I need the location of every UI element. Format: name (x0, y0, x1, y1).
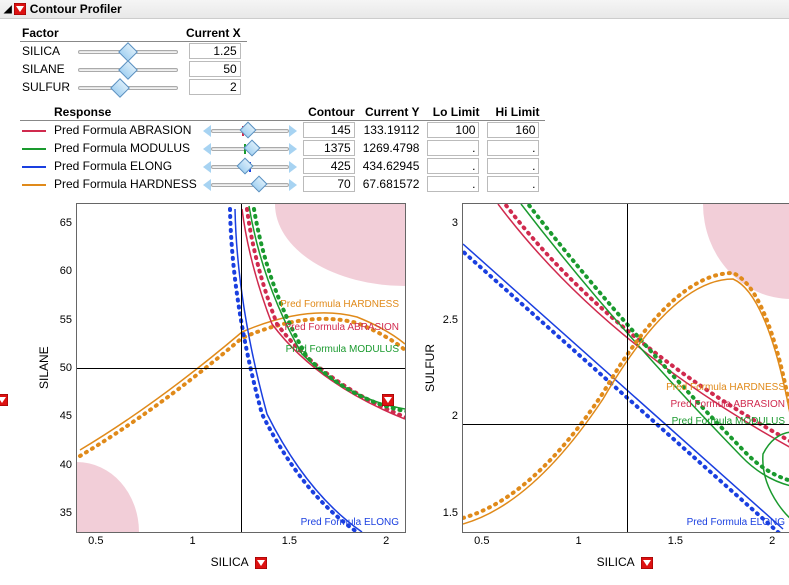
factor-header: Factor (20, 25, 76, 42)
curve-label-modulus: Pred Formula MODULUS (286, 344, 399, 355)
currenty-value: 1269.4798 (361, 139, 426, 157)
factor-value[interactable]: 1.25 (189, 43, 241, 59)
x-axis-hotspot-icon[interactable] (641, 557, 653, 569)
hilimit-value[interactable]: . (487, 158, 539, 174)
lolimit-header: Lo Limit (425, 104, 485, 121)
x-axis-label: SILICA (462, 555, 789, 569)
hilimit-value[interactable]: . (487, 140, 539, 156)
response-row: Pred Formula ABRASION 145 133.19112 100 … (20, 121, 545, 140)
plot-area[interactable]: Pred Formula HARDNESS Pred Formula ABRAS… (462, 203, 789, 533)
crosshair-vertical[interactable] (627, 204, 628, 532)
response-slider[interactable] (205, 141, 295, 155)
contour-value[interactable]: 425 (303, 158, 355, 174)
factor-slider[interactable] (78, 80, 178, 94)
lolimit-value[interactable]: . (427, 140, 479, 156)
contour-plot-silane-silica[interactable]: SILANE 35404550556065 (36, 203, 406, 569)
hotspot-icon[interactable] (14, 3, 26, 15)
currenty-value: 434.62945 (361, 157, 426, 175)
factor-slider[interactable] (78, 62, 178, 76)
factor-name: SULFUR (20, 78, 76, 96)
factor-row: SILANE 50 (20, 60, 247, 78)
response-name: Pred Formula ELONG (52, 157, 203, 175)
y-axis-hotspot-icon[interactable] (0, 394, 8, 406)
x-axis-ticks: 0.511.52 (462, 533, 789, 555)
response-color-swatch (22, 166, 46, 168)
curve-label-abrasion: Pred Formula ABRASION (671, 399, 785, 410)
hilimit-header: Hi Limit (485, 104, 545, 121)
curve-label-hardness: Pred Formula HARDNESS (280, 299, 399, 310)
curve-label-elong: Pred Formula ELONG (301, 517, 399, 528)
factor-row: SULFUR 2 (20, 78, 247, 96)
response-row: Pred Formula ELONG 425 434.62945 . . (20, 157, 545, 175)
response-color-swatch (22, 148, 46, 150)
factor-slider[interactable] (78, 44, 178, 58)
curve-label-hardness: Pred Formula HARDNESS (666, 382, 785, 393)
curve-label-elong: Pred Formula ELONG (687, 517, 785, 528)
currenty-value: 133.19112 (361, 121, 426, 140)
factor-table: Factor Current X SILICA 1.25 SILANE 50 S… (20, 25, 247, 96)
contour-curves (463, 204, 789, 533)
curve-label-modulus: Pred Formula MODULUS (672, 416, 785, 427)
currenty-value: 67.681572 (361, 175, 426, 193)
x-axis-label: SILICA (76, 555, 406, 569)
contour-value[interactable]: 1375 (303, 140, 355, 156)
factor-value[interactable]: 2 (189, 79, 241, 95)
lolimit-value[interactable]: . (427, 176, 479, 192)
y-axis-ticks: 35404550556065 (52, 203, 76, 533)
response-slider[interactable] (205, 123, 295, 137)
factor-name: SILICA (20, 42, 76, 61)
response-color-swatch (22, 130, 46, 132)
disclose-icon[interactable]: ◢ (4, 4, 12, 15)
response-name: Pred Formula MODULUS (52, 139, 203, 157)
plot-area[interactable]: Pred Formula HARDNESS Pred Formula ABRAS… (76, 203, 406, 533)
hilimit-value[interactable]: . (487, 176, 539, 192)
hilimit-value[interactable]: 160 (487, 122, 539, 138)
x-axis-ticks: 0.511.52 (76, 533, 406, 555)
response-row: Pred Formula HARDNESS 70 67.681572 . . (20, 175, 545, 193)
response-slider[interactable] (205, 177, 295, 191)
contour-header: Contour (301, 104, 361, 121)
y-axis-label: SILANE (36, 203, 52, 533)
contour-value[interactable]: 70 (303, 176, 355, 192)
response-color-swatch (22, 184, 46, 186)
x-axis-hotspot-icon[interactable] (255, 557, 267, 569)
currenty-header: Current Y (361, 104, 426, 121)
y-axis-label: SULFUR (422, 203, 438, 533)
curve-label-abrasion: Pred Formula ABRASION (285, 322, 399, 333)
contour-plot-sulfur-silica[interactable]: SULFUR 1.522.53 (422, 203, 789, 569)
factor-row: SILICA 1.25 (20, 42, 247, 61)
y-axis-ticks: 1.522.53 (438, 203, 462, 533)
currentx-header: Current X (184, 25, 247, 42)
section-title: Contour Profiler (30, 2, 122, 16)
contour-value[interactable]: 145 (303, 122, 355, 138)
crosshair-vertical[interactable] (241, 204, 242, 532)
y-axis-hotspot-icon[interactable] (382, 394, 394, 406)
response-header: Response (52, 104, 203, 121)
response-name: Pred Formula HARDNESS (52, 175, 203, 193)
response-name: Pred Formula ABRASION (52, 121, 203, 140)
lolimit-value[interactable]: 100 (427, 122, 479, 138)
response-table: Response Contour Current Y Lo Limit Hi L… (20, 104, 545, 193)
factor-value[interactable]: 50 (189, 61, 241, 77)
response-slider[interactable] (205, 159, 295, 173)
section-header: ◢ Contour Profiler (0, 0, 789, 19)
lolimit-value[interactable]: . (427, 158, 479, 174)
factor-name: SILANE (20, 60, 76, 78)
response-row: Pred Formula MODULUS 1375 1269.4798 . . (20, 139, 545, 157)
